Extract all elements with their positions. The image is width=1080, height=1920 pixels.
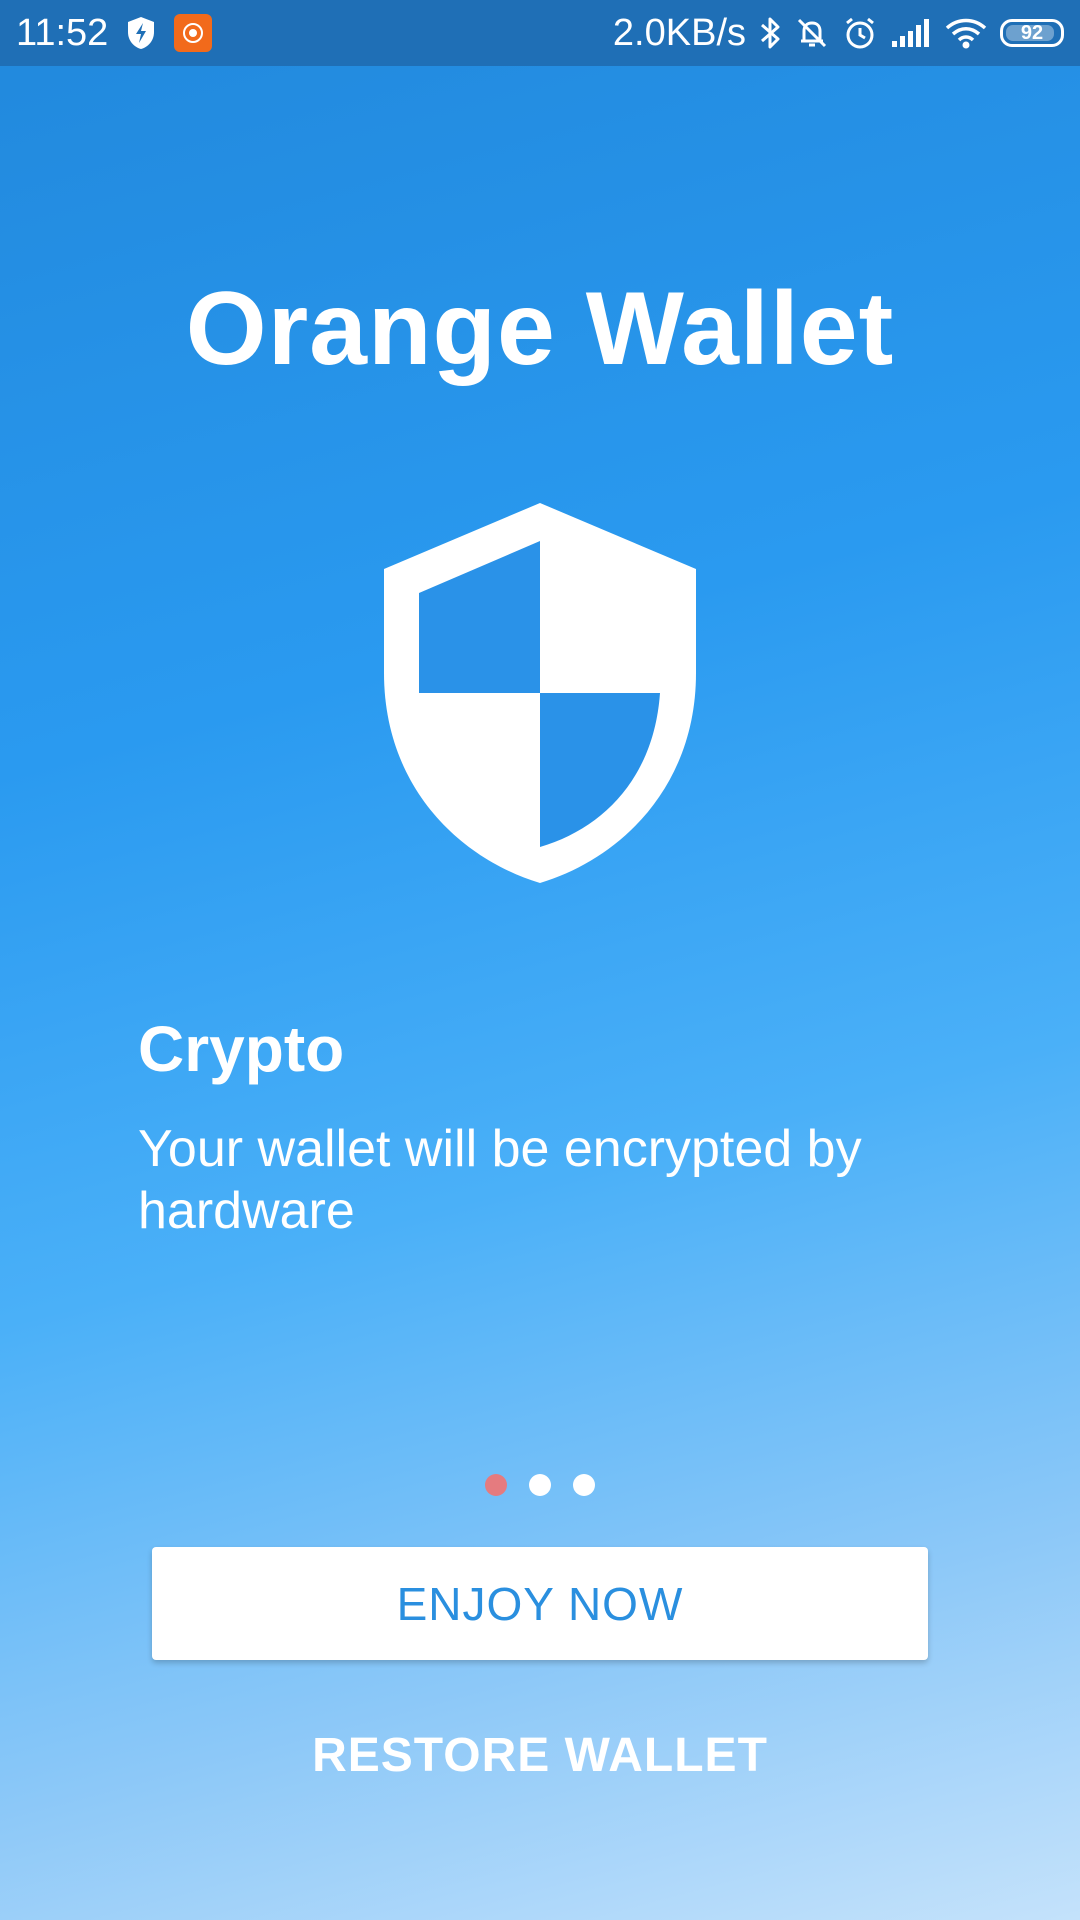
status-left: 11:52 <box>16 11 213 55</box>
mi-app-icon <box>174 14 213 52</box>
status-bar: 11:52 2.0KB/s 92 <box>0 0 1080 66</box>
battery-icon: 92 <box>1000 19 1064 47</box>
status-right: 2.0KB/s 92 <box>613 12 1064 55</box>
network-speed: 2.0KB/s <box>612 11 746 54</box>
shield-icon <box>384 503 696 883</box>
wifi-icon <box>944 16 988 50</box>
signal-icon <box>890 17 932 49</box>
pager-dot-active[interactable] <box>485 1474 507 1496</box>
slide-title: Crypto <box>138 1013 345 1085</box>
pager-dot[interactable] <box>529 1474 551 1496</box>
pager-indicator <box>0 1474 1080 1496</box>
bluetooth-icon <box>758 15 782 51</box>
restore-wallet-button[interactable]: RESTORE WALLET <box>240 1720 840 1790</box>
enjoy-now-button[interactable]: ENJOY NOW <box>152 1547 928 1660</box>
battery-level: 92 <box>1020 21 1044 44</box>
status-time: 11:52 <box>16 11 109 54</box>
shield-bolt-icon <box>126 16 156 50</box>
notifications-muted-icon <box>794 15 830 51</box>
pager-dot[interactable] <box>573 1474 595 1496</box>
app-title: Orange Wallet <box>185 271 895 387</box>
alarm-icon <box>842 15 878 51</box>
slide-description: Your wallet will be encrypted by hardwar… <box>138 1120 862 1240</box>
